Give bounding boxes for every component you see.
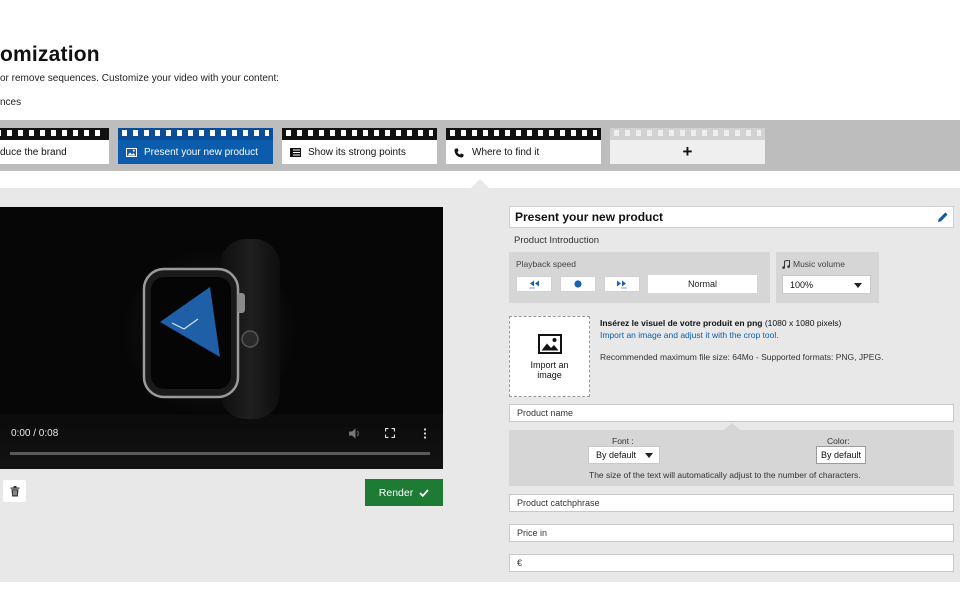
more-options-icon[interactable]	[418, 426, 432, 440]
film-perforations	[614, 130, 761, 136]
phone-icon	[454, 148, 465, 157]
music-volume-label: Music volume	[782, 259, 845, 269]
slow-speed-button[interactable]	[516, 276, 552, 292]
video-progress-bar[interactable]	[10, 452, 430, 455]
page-subtitle: or remove sequences. Customize your vide…	[0, 73, 280, 84]
delete-sequence-button[interactable]	[3, 480, 26, 502]
trash-icon	[10, 485, 19, 496]
rewind-icon	[529, 280, 539, 289]
sequence-tab-present-product[interactable]: Present your new product	[118, 128, 273, 164]
import-image-button[interactable]: Import an image	[509, 316, 590, 397]
sequence-tab-where-to-find[interactable]: Where to find it	[446, 128, 601, 164]
render-button[interactable]: Render	[365, 479, 443, 506]
video-time: 0:00 / 0:08	[11, 428, 59, 439]
image-icon	[537, 333, 562, 354]
image-icon	[126, 147, 137, 157]
sequences-section-label: nces	[0, 97, 22, 108]
crop-tool-link[interactable]: Import an image and adjust it with the c…	[600, 330, 779, 340]
music-note-icon	[782, 259, 790, 269]
panel-header: Present your new product	[509, 206, 954, 228]
fullscreen-icon[interactable]	[383, 426, 397, 440]
fast-speed-button[interactable]	[604, 276, 640, 292]
panel-title: Present your new product	[515, 210, 664, 224]
pencil-icon[interactable]	[937, 211, 949, 223]
film-perforations	[450, 130, 597, 136]
sequence-tab-label: Show its strong points	[308, 146, 406, 158]
music-volume-select[interactable]: 100%	[782, 275, 871, 294]
product-introduction-label: Product Introduction	[514, 235, 600, 246]
font-label: Font :	[612, 436, 634, 446]
supported-formats-text: Recommended maximum file size: 64Mo - Su…	[600, 352, 884, 362]
sequence-tab-introduce-brand[interactable]: duce the brand	[0, 128, 109, 164]
sequence-tab-strong-points[interactable]: Show its strong points	[282, 128, 437, 164]
fast-forward-icon	[617, 280, 627, 289]
add-sequence-button[interactable]: +	[610, 128, 765, 164]
video-preview[interactable]	[0, 207, 443, 469]
playback-speed-label: Playback speed	[516, 259, 577, 269]
list-icon	[290, 147, 301, 157]
chevron-down-icon	[645, 453, 653, 458]
render-button-label: Render	[378, 486, 414, 499]
text-size-note: The size of the text will automatically …	[589, 470, 861, 480]
image-requirements: Insérez le visuel de votre produit en pn…	[600, 318, 842, 328]
sequence-tab-label: duce the brand	[0, 146, 67, 158]
color-label: Color:	[827, 436, 850, 446]
check-icon	[419, 488, 429, 497]
normal-speed-button[interactable]	[560, 276, 596, 292]
font-select[interactable]: By default	[588, 446, 660, 464]
price-input[interactable]: Price in	[509, 524, 954, 542]
film-perforations	[286, 130, 433, 136]
style-box-pointer	[724, 423, 740, 430]
dot-icon	[574, 280, 582, 288]
sequence-tab-label: Where to find it	[472, 146, 540, 158]
smartwatch-image	[142, 267, 259, 399]
page-title: omization	[0, 43, 100, 66]
volume-icon[interactable]	[348, 426, 362, 440]
product-catchphrase-input[interactable]: Product catchphrase	[509, 494, 954, 512]
color-select[interactable]: By default	[816, 446, 866, 464]
film-perforations	[122, 130, 269, 136]
product-name-input[interactable]: Product name	[509, 404, 954, 422]
chevron-down-icon	[854, 283, 862, 288]
plus-icon: +	[682, 142, 693, 161]
active-tab-pointer	[470, 179, 490, 189]
import-image-label: Import an image	[530, 359, 569, 380]
film-perforations	[0, 130, 105, 136]
currency-input[interactable]: €	[509, 554, 954, 572]
playback-speed-value: Normal	[648, 275, 757, 293]
sequence-tab-label: Present your new product	[144, 146, 258, 158]
